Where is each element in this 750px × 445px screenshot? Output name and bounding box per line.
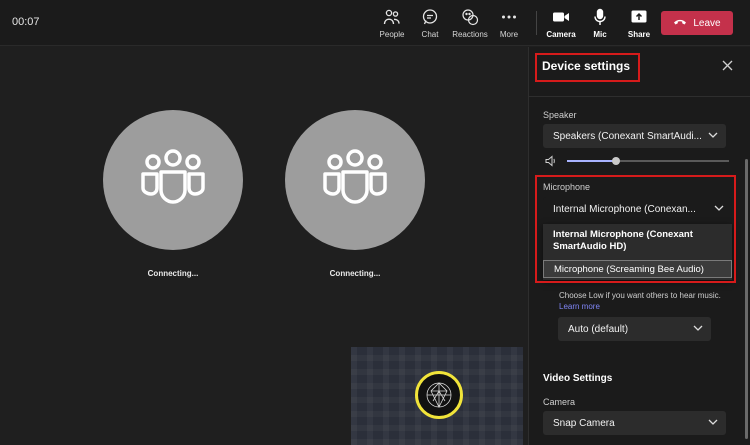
speaker-value: Speakers (Conexant SmartAudi... <box>553 130 702 142</box>
snap-camera-avatar <box>415 371 463 419</box>
mic-button[interactable]: Mic <box>580 8 620 40</box>
more-button[interactable]: More <box>489 8 529 40</box>
volume-thumb[interactable] <box>611 157 620 165</box>
participant-status: Connecting... <box>147 269 199 278</box>
more-icon <box>500 8 518 26</box>
share-label: Share <box>627 30 651 39</box>
volume-slider[interactable] <box>567 157 729 165</box>
meeting-stage: Connecting... Connecting... <box>0 47 528 445</box>
speaker-select[interactable]: Speakers (Conexant SmartAudi... <box>543 124 726 148</box>
mic-label: Mic <box>593 30 607 39</box>
noise-note-text: Choose Low if you want others to hear mu… <box>559 291 721 300</box>
camera-select-label: Camera <box>543 397 576 407</box>
microphone-select[interactable]: Internal Microphone (Conexan... <box>543 197 732 221</box>
participant-tile <box>103 110 243 250</box>
video-camera-icon <box>552 8 570 26</box>
leave-label: Leave <box>693 17 721 29</box>
chevron-down-icon <box>693 324 703 335</box>
panel-scrollbar[interactable] <box>745 159 748 439</box>
chat-label: Chat <box>421 30 439 39</box>
participant-status: Connecting... <box>329 269 381 278</box>
reactions-icon <box>461 8 479 26</box>
share-screen-icon <box>630 8 648 26</box>
mic-option-screaming-bee[interactable]: Microphone (Screaming Bee Audio) <box>543 260 732 278</box>
group-avatar-icon <box>137 148 209 213</box>
camera-value: Snap Camera <box>553 417 615 429</box>
chevron-down-icon <box>708 131 718 142</box>
learn-more-link[interactable]: Learn more <box>559 302 600 311</box>
share-button[interactable]: Share <box>619 8 659 40</box>
microphone-value: Internal Microphone (Conexan... <box>553 203 696 215</box>
camera-select[interactable]: Snap Camera <box>543 411 726 435</box>
panel-header: Device settings <box>529 47 750 97</box>
people-icon <box>383 8 401 26</box>
reactions-label: Reactions <box>452 30 488 39</box>
noise-value: Auto (default) <box>568 323 629 335</box>
mic-option-internal[interactable]: Internal Microphone (Conexant SmartAudio… <box>543 229 732 253</box>
toolbar-divider <box>536 11 537 35</box>
people-button[interactable]: People <box>372 8 412 40</box>
group-avatar-icon <box>319 148 391 213</box>
microphone-icon <box>591 8 609 26</box>
more-label: More <box>499 30 519 39</box>
chat-button[interactable]: Chat <box>410 8 450 40</box>
chevron-down-icon <box>714 204 724 215</box>
leave-button[interactable]: Leave <box>661 11 733 35</box>
volume-row <box>545 154 735 168</box>
microphone-label: Microphone <box>543 182 591 192</box>
microphone-dropdown-menu: Internal Microphone (Conexant SmartAudio… <box>543 224 732 280</box>
close-icon[interactable] <box>719 57 735 73</box>
reactions-button[interactable]: Reactions <box>450 8 490 40</box>
camera-label: Camera <box>546 30 576 39</box>
chevron-down-icon <box>708 418 718 429</box>
video-settings-heading: Video Settings <box>543 373 613 384</box>
chat-icon <box>421 8 439 26</box>
self-video-preview[interactable] <box>351 347 523 445</box>
volume-fill <box>567 160 616 162</box>
speaker-volume-icon <box>545 154 557 172</box>
phone-hangup-icon <box>673 14 687 32</box>
call-timer: 00:07 <box>12 16 40 28</box>
people-label: People <box>379 30 405 39</box>
noise-suppression-note: Choose Low if you want others to hear mu… <box>559 290 734 312</box>
camera-button[interactable]: Camera <box>541 8 581 40</box>
noise-suppression-select[interactable]: Auto (default) <box>558 317 711 341</box>
participant-tile <box>285 110 425 250</box>
panel-title: Device settings <box>542 59 631 73</box>
speaker-label: Speaker <box>543 110 577 120</box>
device-settings-panel: Device settings Speaker Speakers (Conexa… <box>528 47 750 445</box>
meeting-toolbar: 00:07 People Chat Reactions More Camera <box>0 0 750 46</box>
